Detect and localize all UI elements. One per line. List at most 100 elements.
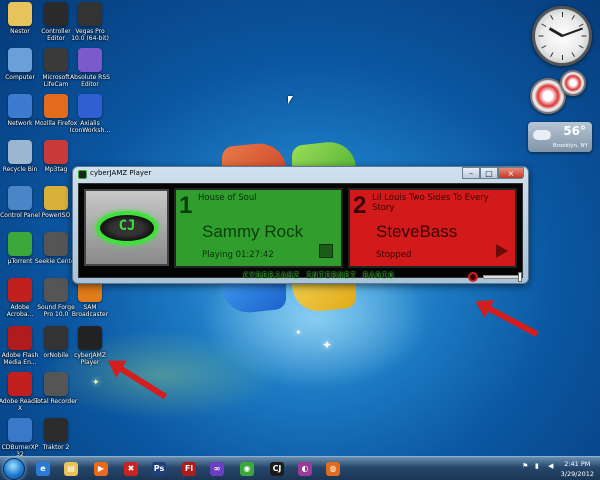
- clock-tick: [538, 35, 544, 37]
- clock-tick: [571, 52, 575, 58]
- cyberjamz-icon: CJ: [270, 462, 284, 476]
- desktop-icon[interactable]: Adobe Flash Media En...: [0, 326, 40, 366]
- clock-tick: [578, 23, 584, 27]
- clock[interactable]: 2:41 PM 3/29/2012: [561, 459, 594, 479]
- network-icon: [8, 94, 32, 118]
- channel-number: 1: [179, 192, 193, 219]
- taskbar-app-button[interactable]: Ps: [146, 459, 172, 479]
- sparkle-icon: ✦: [92, 378, 100, 388]
- clock-gadget[interactable]: [532, 6, 592, 66]
- taskbar-app-button[interactable]: ∞: [204, 459, 230, 479]
- total-recorder-icon: [44, 372, 68, 396]
- stop-button[interactable]: [319, 244, 333, 258]
- recycle-bin-icon: [8, 140, 32, 164]
- logo-text: CJ: [118, 218, 136, 234]
- show-title: Lil Louis Two Sides To Every Story: [372, 193, 489, 213]
- rss-icon: [78, 48, 102, 72]
- taskbar-app-button[interactable]: ◉: [234, 459, 260, 479]
- weather-gadget[interactable]: 56° Brooklyn, NY: [528, 122, 592, 152]
- chrome-icon: ◉: [240, 462, 254, 476]
- desktop-icon-label: Absolute RSS Editor: [70, 74, 110, 88]
- taskbar-app-button[interactable]: ◍: [320, 459, 346, 479]
- taskbar-app-button[interactable]: e: [30, 459, 56, 479]
- close-button[interactable]: ×: [498, 167, 524, 179]
- weather-temperature: 56°: [563, 124, 586, 138]
- desktop-icon[interactable]: Traktor 2: [36, 418, 76, 451]
- cyberjamz-player-window[interactable]: cyberJAMZ Player – □ × CJ 1 House of Sou…: [72, 166, 529, 284]
- window-titlebar[interactable]: cyberJAMZ Player – □ ×: [73, 167, 528, 182]
- show-title: House of Soul: [198, 193, 257, 203]
- channel-1-panel[interactable]: 1 House of Soul Sammy Rock Playing 01:27…: [174, 188, 343, 268]
- clock-tick: [571, 14, 575, 20]
- desktop-icon[interactable]: Total Recorder: [34, 372, 78, 405]
- maximize-button[interactable]: □: [480, 167, 498, 179]
- taskbar-app-button[interactable]: Fl: [176, 459, 202, 479]
- desktop-icon[interactable]: PowerISO: [36, 186, 76, 219]
- webcam-icon: [44, 48, 68, 72]
- dj-name: Sammy Rock: [202, 222, 304, 241]
- playback-status: Playing 01:27:42: [202, 250, 274, 260]
- desktop-icon[interactable]: Seekie Center: [35, 232, 77, 265]
- iconworkshop-icon: [78, 94, 102, 118]
- clock-tick: [562, 12, 563, 17]
- memory-meter-gadget[interactable]: [560, 70, 586, 96]
- red-arrow-annotation: [116, 364, 168, 400]
- flag-icon[interactable]: ⚑: [522, 462, 530, 472]
- cyberjamz-icon: [78, 326, 102, 350]
- clock-tick: [541, 23, 547, 27]
- media-player-icon: ▶: [94, 462, 108, 476]
- desktop-icon[interactable]: cyberJAMZ Player: [70, 326, 110, 366]
- volume-slider-handle[interactable]: [518, 272, 522, 282]
- channel-number: 2: [353, 192, 367, 219]
- firefox-icon: ◍: [326, 462, 340, 476]
- clock-time: 2:41 PM: [564, 460, 591, 468]
- taskbar-app-button[interactable]: CJ: [264, 459, 290, 479]
- channel-2-panel[interactable]: 2 Lil Louis Two Sides To Every Story Ste…: [348, 188, 517, 268]
- computer-icon: [8, 48, 32, 72]
- play-button[interactable]: [496, 244, 508, 258]
- adobe-reader-icon: [8, 372, 32, 396]
- photoshop-icon: Ps: [152, 462, 166, 476]
- app-icon: [78, 170, 87, 179]
- taskbar: e ▤ ▶ ✖ Ps Fl ∞ ◉ CJ ◐ ◍ ⚑ ▮ ◀ 2:41 PM 3/29/2012: [0, 456, 600, 480]
- clock-tick: [541, 45, 547, 49]
- volume-icon[interactable]: [468, 272, 478, 282]
- taskbar-app-button[interactable]: ▤: [58, 459, 84, 479]
- control-panel-icon: [8, 186, 32, 210]
- desktop-icon[interactable]: Axialis IconWorksh...: [70, 94, 110, 134]
- dj-name: SteveBass: [376, 222, 458, 241]
- taskbar-app-button[interactable]: ▶: [88, 459, 114, 479]
- network-icon[interactable]: ▮: [535, 462, 543, 472]
- clock-tick: [550, 14, 554, 20]
- ie-icon: e: [36, 462, 50, 476]
- ornobile-icon: [44, 326, 68, 350]
- traktor-icon: [44, 418, 68, 442]
- taskbar-app-button[interactable]: ✖: [118, 459, 144, 479]
- desktop-icon-label: SAM Broadcaster: [71, 304, 109, 318]
- clock-tick: [550, 52, 554, 58]
- volume-icon[interactable]: ◀: [548, 462, 556, 472]
- desktop-icon[interactable]: SAM Broadcaster: [70, 278, 110, 318]
- desktop-icon-label: Total Recorder: [34, 398, 78, 405]
- firefox-icon: [44, 94, 68, 118]
- clock-tick: [562, 55, 563, 60]
- window-title: cyberJAMZ Player: [90, 169, 152, 177]
- brand-label: CYBERJAMZ INTERNET RADIO: [243, 271, 395, 280]
- seekie-icon: [44, 232, 68, 256]
- desktop-icon[interactable]: Vegas Pro 10.0 (64-bit): [70, 2, 110, 42]
- start-button[interactable]: [3, 458, 25, 480]
- soundforge-icon: [44, 278, 68, 302]
- desktop-icon[interactable]: Adobe Reader X: [0, 372, 41, 412]
- folder-icon: [8, 2, 32, 26]
- desktop-icon-label: Axialis IconWorksh...: [69, 120, 111, 134]
- desktop-icon[interactable]: Mp3tag: [36, 140, 76, 173]
- playback-status: Stopped: [376, 250, 412, 260]
- desktop-icon[interactable]: CDBurnerXP 32: [0, 418, 40, 458]
- volume-slider[interactable]: [483, 275, 521, 279]
- minimize-button[interactable]: –: [462, 167, 480, 179]
- desktop-icon[interactable]: Absolute RSS Editor: [70, 48, 110, 88]
- flash-icon: Fl: [182, 462, 196, 476]
- taskbar-app-button[interactable]: ◐: [292, 459, 318, 479]
- vegas-icon: [78, 2, 102, 26]
- flash-media-icon: [8, 326, 32, 350]
